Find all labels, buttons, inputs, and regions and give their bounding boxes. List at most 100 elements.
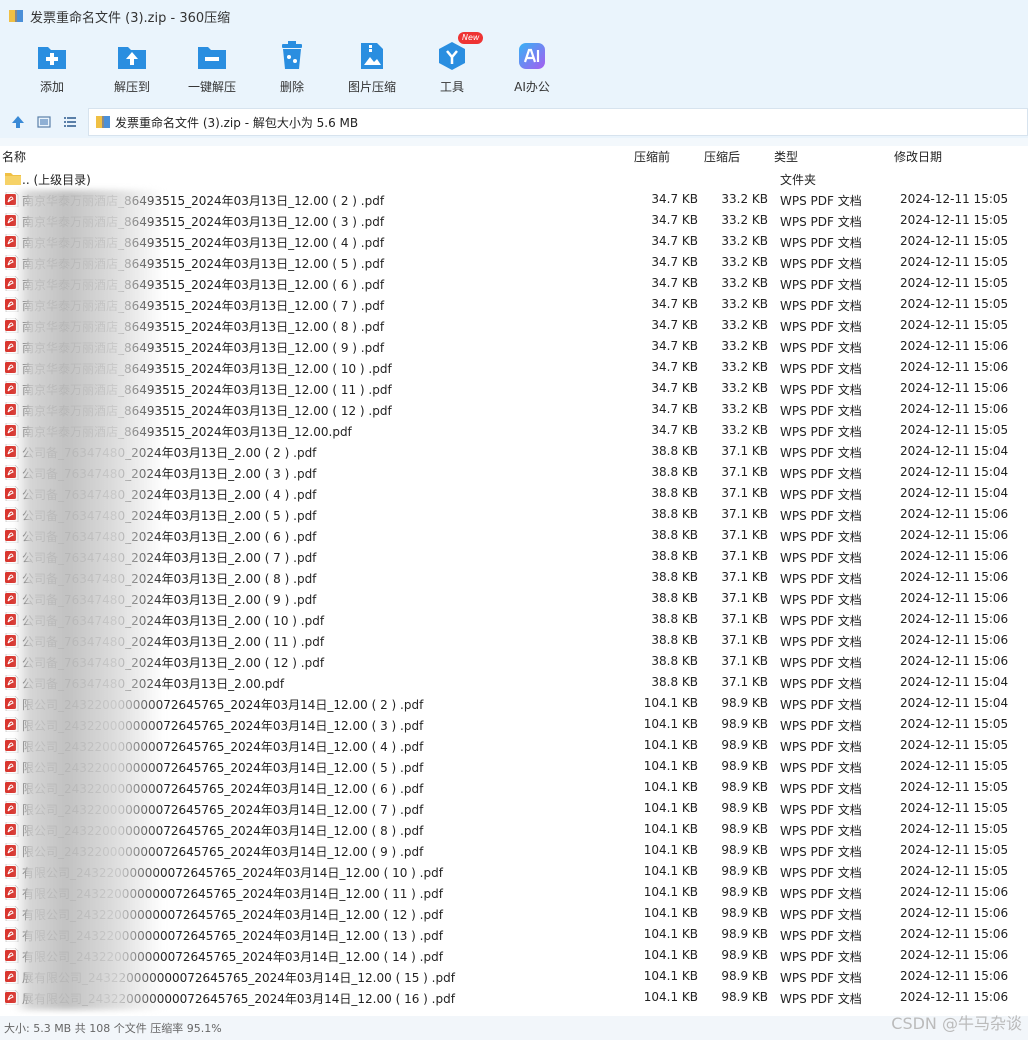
file-name: 南京华泰万丽酒店_86493515_2024年03月13日_12.00 ( 10…: [22, 362, 392, 376]
nav-icons: [0, 114, 88, 130]
file-row[interactable]: 有限公司_243220000000072645765_2024年03月14日_1…: [0, 861, 1028, 882]
packed-size: 38.8 KB: [651, 465, 698, 479]
file-row[interactable]: 南京华泰万丽酒店_86493515_2024年03月13日_12.00 ( 12…: [0, 399, 1028, 420]
one-click-extract-button[interactable]: 一键解压: [172, 32, 252, 106]
image-compress-button[interactable]: 图片压缩: [332, 32, 412, 106]
pdf-file-icon: [5, 863, 19, 880]
file-row[interactable]: 限公司_243220000000072645765_2024年03月14日_12…: [0, 714, 1028, 735]
file-type: WPS PDF 文档: [780, 887, 862, 901]
file-row[interactable]: 有限公司_243220000000072645765_2024年03月14日_1…: [0, 903, 1028, 924]
delete-button[interactable]: 删除: [252, 32, 332, 106]
file-row[interactable]: 公司备_76347480_2024年03月13日_2.00 ( 11 ) .pd…: [0, 630, 1028, 651]
packed-size: 38.8 KB: [651, 549, 698, 563]
file-row[interactable]: 限公司_243220000000072645765_2024年03月14日_12…: [0, 693, 1028, 714]
file-row[interactable]: 展有限公司_243220000000072645765_2024年03月14日_…: [0, 966, 1028, 987]
file-row[interactable]: 限公司_243220000000072645765_2024年03月14日_12…: [0, 798, 1028, 819]
file-name: 公司备_76347480_2024年03月13日_2.00 ( 12 ) .pd…: [22, 656, 325, 670]
packed-size: 104.1 KB: [643, 885, 698, 899]
file-row[interactable]: 限公司_243220000000072645765_2024年03月14日_12…: [0, 777, 1028, 798]
file-row[interactable]: 公司备_76347480_2024年03月13日_2.00 ( 2 ) .pdf…: [0, 441, 1028, 462]
file-name: 限公司_243220000000072645765_2024年03月14日_12…: [22, 740, 424, 754]
modified-date: 2024-12-11 15:04: [900, 444, 1009, 458]
file-row[interactable]: 南京华泰万丽酒店_86493515_2024年03月13日_12.00 ( 4 …: [0, 231, 1028, 252]
modified-date: 2024-12-11 15:06: [900, 906, 1009, 920]
file-row[interactable]: 有限公司_243220000000072645765_2024年03月14日_1…: [0, 945, 1028, 966]
file-row[interactable]: 南京华泰万丽酒店_86493515_2024年03月13日_12.00 ( 2 …: [0, 189, 1028, 210]
ai-office-button[interactable]: AI办公: [492, 32, 572, 106]
file-type: WPS PDF 文档: [780, 194, 862, 208]
extract-to-button[interactable]: 解压到: [92, 32, 172, 106]
file-row[interactable]: 南京华泰万丽酒店_86493515_2024年03月13日_12.00 ( 3 …: [0, 210, 1028, 231]
file-row[interactable]: 公司备_76347480_2024年03月13日_2.00 ( 10 ) .pd…: [0, 609, 1028, 630]
file-row[interactable]: 公司备_76347480_2024年03月13日_2.00 ( 4 ) .pdf…: [0, 483, 1028, 504]
column-compressed[interactable]: 压缩后: [704, 148, 740, 165]
thumbnail-view-icon[interactable]: [36, 114, 52, 130]
file-row[interactable]: 限公司_243220000000072645765_2024年03月14日_12…: [0, 735, 1028, 756]
file-row[interactable]: 限公司_243220000000072645765_2024年03月14日_12…: [0, 819, 1028, 840]
list-view-icon[interactable]: [62, 114, 78, 130]
column-modified[interactable]: 修改日期: [894, 148, 942, 165]
compressed-size: 98.9 KB: [721, 927, 768, 941]
file-row[interactable]: 南京华泰万丽酒店_86493515_2024年03月13日_12.00 ( 9 …: [0, 336, 1028, 357]
file-row[interactable]: 公司备_76347480_2024年03月13日_2.00 ( 7 ) .pdf…: [0, 546, 1028, 567]
file-row[interactable]: 公司备_76347480_2024年03月13日_2.00 ( 5 ) .pdf…: [0, 504, 1028, 525]
file-row[interactable]: 限公司_243220000000072645765_2024年03月14日_12…: [0, 756, 1028, 777]
file-name: 南京华泰万丽酒店_86493515_2024年03月13日_12.00 ( 2 …: [22, 194, 385, 208]
file-row[interactable]: 公司备_76347480_2024年03月13日_2.00 ( 3 ) .pdf…: [0, 462, 1028, 483]
compressed-size: 33.2 KB: [721, 318, 768, 332]
file-row[interactable]: 南京华泰万丽酒店_86493515_2024年03月13日_12.00.pdf 3…: [0, 420, 1028, 441]
file-row[interactable]: 南京华泰万丽酒店_86493515_2024年03月13日_12.00 ( 5 …: [0, 252, 1028, 273]
packed-size: 104.1 KB: [643, 780, 698, 794]
file-row[interactable]: 公司备_76347480_2024年03月13日_2.00 ( 8 ) .pdf…: [0, 567, 1028, 588]
file-name: 南京华泰万丽酒店_86493515_2024年03月13日_12.00 ( 6 …: [22, 278, 385, 292]
file-name: 南京华泰万丽酒店_86493515_2024年03月13日_12.00 ( 12…: [22, 404, 392, 418]
file-row[interactable]: 南京华泰万丽酒店_86493515_2024年03月13日_12.00 ( 8 …: [0, 315, 1028, 336]
packed-size: 38.8 KB: [651, 654, 698, 668]
column-type[interactable]: 类型: [774, 148, 798, 165]
column-name[interactable]: 名称: [2, 148, 26, 165]
file-row[interactable]: 限公司_243220000000072645765_2024年03月14日_12…: [0, 840, 1028, 861]
main-toolbar: 添加 解压到 一键解压 删除 图片压缩 New 工具 AI办公: [0, 32, 1028, 106]
modified-date: 2024-12-11 15:05: [900, 822, 1009, 836]
file-name: 公司备_76347480_2024年03月13日_2.00 ( 4 ) .pdf: [22, 488, 317, 502]
packed-size: 38.8 KB: [651, 633, 698, 647]
modified-date: 2024-12-11 15:06: [900, 969, 1009, 983]
modified-date: 2024-12-11 15:06: [900, 339, 1009, 353]
file-row[interactable]: 南京华泰万丽酒店_86493515_2024年03月13日_12.00 ( 11…: [0, 378, 1028, 399]
file-row[interactable]: 公司备_76347480_2024年03月13日_2.00.pdf 38.8 KB…: [0, 672, 1028, 693]
file-type: WPS PDF 文档: [780, 698, 862, 712]
compressed-size: 33.2 KB: [721, 381, 768, 395]
packed-size: 34.7 KB: [651, 360, 698, 374]
file-type: WPS PDF 文档: [780, 551, 862, 565]
file-row[interactable]: 有限公司_243220000000072645765_2024年03月14日_1…: [0, 924, 1028, 945]
add-button[interactable]: 添加: [12, 32, 92, 106]
pdf-file-icon: [5, 317, 19, 334]
image-compress-label: 图片压缩: [347, 80, 396, 94]
file-row[interactable]: 南京华泰万丽酒店_86493515_2024年03月13日_12.00 ( 7 …: [0, 294, 1028, 315]
tools-button[interactable]: New 工具: [412, 32, 492, 106]
packed-size: 104.1 KB: [643, 948, 698, 962]
file-row[interactable]: 公司备_76347480_2024年03月13日_2.00 ( 12 ) .pd…: [0, 651, 1028, 672]
up-arrow-icon[interactable]: [10, 114, 26, 130]
compressed-size: 33.2 KB: [721, 402, 768, 416]
header-separator: [0, 138, 1028, 146]
parent-folder-row[interactable]: .. (上级目录) 文件夹: [0, 168, 1028, 189]
file-row[interactable]: 展有限公司_243220000000072645765_2024年03月14日_…: [0, 987, 1028, 1008]
file-row[interactable]: 南京华泰万丽酒店_86493515_2024年03月13日_12.00 ( 6 …: [0, 273, 1028, 294]
file-row[interactable]: 有限公司_243220000000072645765_2024年03月14日_1…: [0, 882, 1028, 903]
packed-size: 104.1 KB: [643, 822, 698, 836]
file-row[interactable]: 公司备_76347480_2024年03月13日_2.00 ( 6 ) .pdf…: [0, 525, 1028, 546]
compressed-size: 98.9 KB: [721, 885, 768, 899]
path-field[interactable]: 发票重命名文件 (3).zip - 解包大小为 5.6 MB: [88, 108, 1028, 136]
file-row[interactable]: 公司备_76347480_2024年03月13日_2.00 ( 9 ) .pdf…: [0, 588, 1028, 609]
one-click-extract-icon: [194, 38, 230, 74]
column-packed[interactable]: 压缩前: [634, 148, 670, 165]
file-type: WPS PDF 文档: [780, 299, 862, 313]
compressed-size: 98.9 KB: [721, 780, 768, 794]
pdf-file-icon: [5, 359, 19, 376]
file-name: 公司备_76347480_2024年03月13日_2.00 ( 10 ) .pd…: [22, 614, 325, 628]
file-type: WPS PDF 文档: [780, 971, 862, 985]
modified-date: 2024-12-11 15:06: [900, 507, 1009, 521]
compressed-size: 37.1 KB: [721, 570, 768, 584]
file-row[interactable]: 南京华泰万丽酒店_86493515_2024年03月13日_12.00 ( 10…: [0, 357, 1028, 378]
